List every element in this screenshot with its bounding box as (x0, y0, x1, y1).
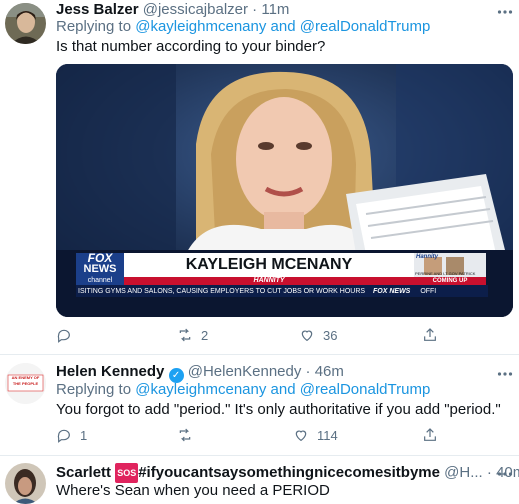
tweet-text: Is that number according to your binder? (56, 38, 326, 55)
timestamp[interactable]: 46m (315, 363, 344, 380)
mention-and[interactable]: and (271, 381, 296, 398)
replying-to: Replying to @kayleighmcenany and @realDo… (56, 18, 430, 36)
avatar[interactable]: AN ENEMY OF THE PEOPLE (5, 363, 46, 404)
retweet-button[interactable] (177, 427, 201, 443)
display-name[interactable]: Jess Balzer (56, 1, 139, 18)
share-icon (424, 328, 436, 341)
mention-link[interactable]: @kayleighmcenany (135, 18, 266, 35)
tweet-header: Helen Kennedy ✓ @HelenKennedy · 46m (56, 363, 344, 383)
chyron-show: HANNITY (253, 277, 285, 284)
tweet-header: Jess Balzer @jessicajbalzer · 11m (56, 1, 289, 19)
user-handle[interactable]: @jessicajbalzer (143, 1, 248, 18)
ticker-tail: OFFI (420, 288, 437, 295)
retweet-button[interactable]: 2 (177, 327, 208, 343)
mention-link[interactable]: @realDonaldTrump (300, 381, 431, 398)
user-handle[interactable]: @H... (444, 464, 483, 481)
avatar-image (5, 463, 46, 504)
user-handle[interactable]: @HelenKennedy (188, 363, 302, 380)
avatar[interactable] (5, 463, 46, 504)
inset-caption: PERRINE AND LT GOV PATRICK (415, 271, 476, 276)
retweet-icon (179, 428, 191, 442)
display-name[interactable]: Helen Kennedy (56, 363, 164, 380)
more-icon[interactable] (497, 5, 513, 15)
ticker-logo: FOX NEWS (373, 288, 411, 295)
heart-icon (295, 430, 307, 442)
ticker-text: ISITING GYMS AND SALONS, CAUSING EMPLOYE… (78, 288, 366, 295)
inset-coming-up: COMING UP (432, 278, 468, 284)
tweet[interactable]: Scarlett SOS #ifyoucantsaysomethingniceco… (0, 456, 519, 504)
tweet[interactable]: AN ENEMY OF THE PEOPLE Helen Kennedy ✓ @… (0, 355, 519, 455)
tweet-text: Where's Sean when you need a PERIOD (56, 482, 330, 499)
mention-link[interactable]: @realDonaldTrump (300, 18, 431, 35)
separator-dot: · (486, 464, 492, 481)
news-chyron: FOX NEWS channel KAYLEIGH MCENANY HANNIT… (76, 251, 488, 299)
display-name[interactable]: Scarlett (56, 464, 111, 481)
like-button[interactable]: 36 (299, 327, 337, 343)
tweet-actions: 1 114 (56, 427, 456, 447)
share-button[interactable] (422, 327, 438, 343)
avatar-image (5, 3, 46, 44)
more-icon[interactable] (497, 367, 513, 377)
reply-button[interactable]: 1 (56, 427, 87, 443)
reply-icon (57, 329, 70, 343)
tweet-media-video[interactable]: FOX NEWS channel KAYLEIGH MCENANY HANNIT… (56, 64, 513, 317)
like-button[interactable]: 114 (293, 427, 338, 443)
tweet-actions: 2 36 (56, 327, 456, 347)
like-count: 36 (323, 327, 338, 343)
separator-dot: · (252, 1, 258, 18)
mention-and[interactable]: and (271, 18, 296, 35)
replying-to-label: Replying to (56, 18, 132, 35)
timestamp[interactable]: 11m (261, 1, 289, 18)
fox-news-logo: FOX NEWS channel (83, 251, 117, 284)
sos-emoji: SOS (115, 463, 139, 483)
reply-button[interactable] (56, 327, 80, 343)
retweet-count: 2 (201, 327, 209, 343)
mention-link[interactable]: @kayleighmcenany (135, 381, 266, 398)
display-name-hashtag[interactable]: #ifyoucantsaysomethingnicecomesitbyme (138, 464, 440, 481)
avatar[interactable] (5, 3, 46, 44)
replying-to-label: Replying to (56, 381, 132, 398)
retweet-icon (179, 328, 191, 342)
reply-icon (57, 429, 70, 443)
reply-count: 1 (80, 427, 88, 443)
inset-show-title: Hannity (416, 254, 439, 260)
more-icon[interactable] (497, 467, 513, 477)
replying-to: Replying to @kayleighmcenany and @realDo… (56, 381, 430, 399)
tweet[interactable]: Jess Balzer @jessicajbalzer · 11m Replyi… (0, 0, 519, 355)
heart-icon (301, 330, 313, 342)
separator-dot: · (305, 363, 311, 380)
like-count: 114 (317, 427, 338, 443)
share-button[interactable] (422, 427, 438, 443)
tweet-header: Scarlett SOS #ifyoucantsaysomethingniceco… (56, 463, 519, 483)
news-ticker: ISITING GYMS AND SALONS, CAUSING EMPLOYE… (78, 286, 486, 297)
share-icon (424, 428, 436, 441)
tweet-text: You forgot to add "period." It's only au… (56, 401, 501, 418)
chyron-name: KAYLEIGH MCENANY (185, 256, 353, 273)
avatar-text: AN ENEMY OF THE PEOPLE (11, 375, 40, 386)
